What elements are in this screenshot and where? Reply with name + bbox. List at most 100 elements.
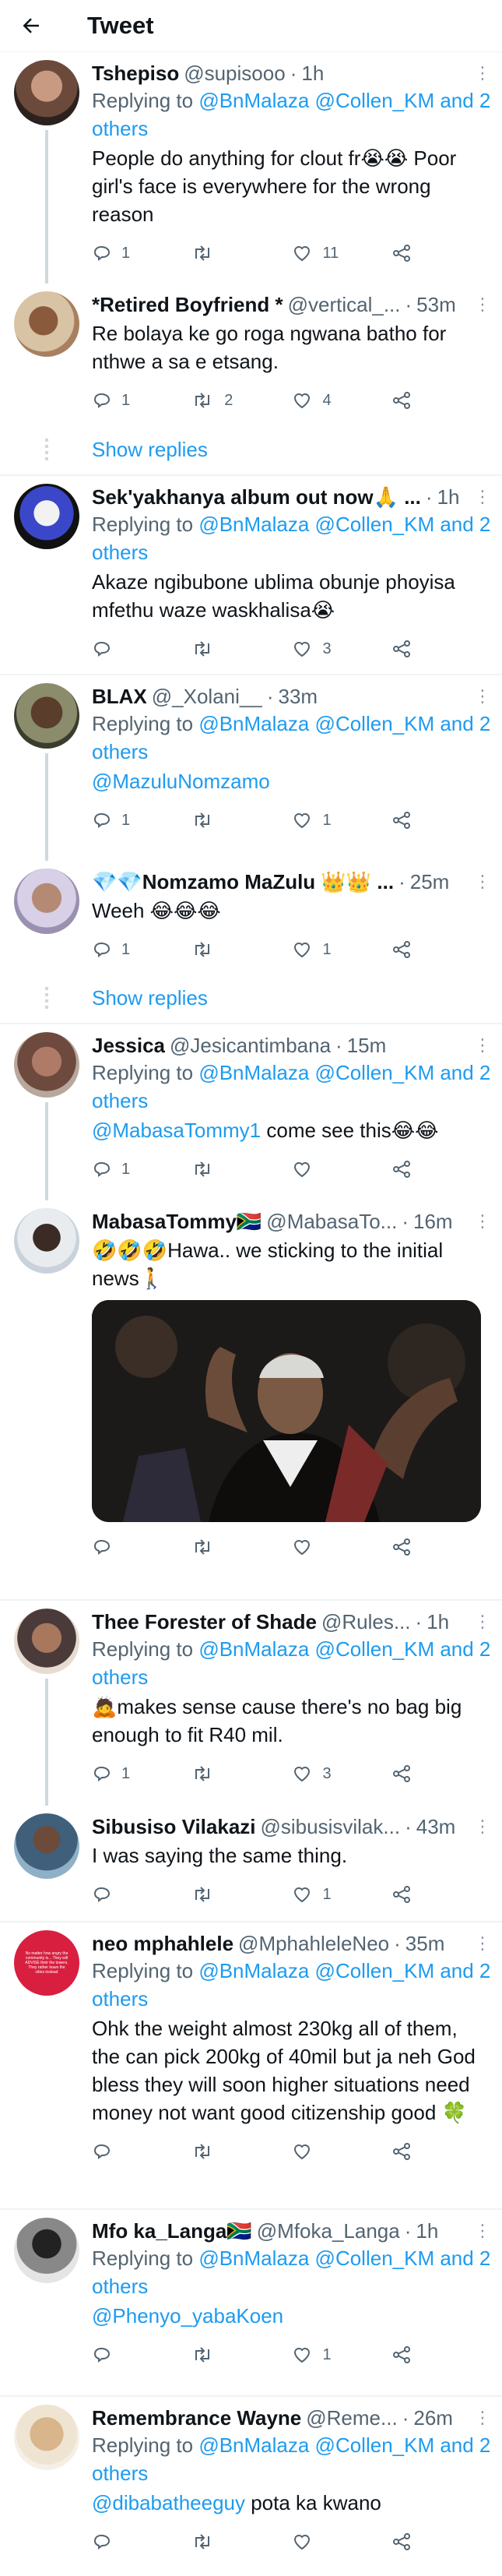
avatar[interactable] [14,683,79,749]
reply-button[interactable] [92,2532,191,2551]
more-options-icon[interactable]: ⋮ [468,2221,491,2241]
show-replies-link[interactable]: Show replies [0,425,502,476]
retweet-button[interactable] [191,1160,291,1179]
display-name[interactable]: *Retired Boyfriend * [92,293,283,317]
more-options-icon[interactable]: ⋮ [468,1817,491,1837]
display-name[interactable]: Tshepiso [92,62,179,86]
handle[interactable]: @MphahleleNeo [238,1932,389,1956]
display-name[interactable]: Jessica [92,1034,165,1058]
display-name[interactable]: Thee Forester of Shade [92,1610,317,1634]
display-name[interactable]: neo mphahlele [92,1932,233,1956]
more-options-icon[interactable]: ⋮ [468,487,491,507]
show-replies-link[interactable]: Show replies [0,973,502,1024]
reply-button[interactable]: 1 [92,244,191,263]
handle[interactable]: @sibusisvilak... [261,1815,401,1839]
tweet[interactable]: Jessica @Jesicantimbana · 15m ⋮ Replying to … [0,1024,502,1200]
timestamp[interactable]: 15m [347,1034,387,1058]
timestamp[interactable]: 35m [405,1932,445,1956]
reply-button[interactable] [92,1885,191,1904]
like-button[interactable]: 1 [292,940,391,959]
text-mention[interactable]: @Phenyo_yabaKoen [92,2304,283,2328]
more-options-icon[interactable]: ⋮ [468,1211,491,1232]
display-name[interactable]: 💎💎Nomzamo MaZulu 👑👑 ... [92,870,394,894]
timestamp[interactable]: 1h [301,62,324,86]
share-button[interactable] [391,1160,491,1179]
like-button[interactable] [292,1160,391,1179]
share-button[interactable] [391,1538,491,1556]
retweet-button[interactable] [191,244,291,263]
retweet-button[interactable] [191,1538,291,1556]
tweet[interactable]: *Retired Boyfriend * @vertical_... · 53m ⋮ R… [0,284,502,425]
like-button[interactable]: 1 [292,811,391,830]
avatar[interactable] [14,2218,79,2283]
retweet-button[interactable] [191,1764,291,1783]
tweet[interactable]: Sibusiso Vilakazi @sibusisvilak... · 43m ⋮ I… [0,1806,502,1922]
more-options-icon[interactable]: ⋮ [468,872,491,892]
back-arrow-icon[interactable] [16,10,47,41]
avatar[interactable] [14,869,79,934]
tweet-photo[interactable] [92,1300,481,1522]
share-button[interactable] [391,1885,491,1904]
avatar[interactable] [14,1208,79,1274]
like-button[interactable]: 4 [292,391,391,410]
tweet[interactable]: MabasaTommy🇿🇦 @MabasaTo... · 16m ⋮ 🤣🤣🤣Hawa..… [0,1200,502,1601]
like-button[interactable] [292,1538,391,1556]
more-options-icon[interactable]: ⋮ [468,63,491,83]
reply-button[interactable] [92,2345,191,2364]
reply-button[interactable]: 1 [92,391,191,410]
timestamp[interactable]: 43m [416,1815,456,1839]
text-mention[interactable]: @MabasaTommy1 [92,1119,261,1142]
handle[interactable]: @Rules... [321,1610,411,1634]
like-button[interactable]: 3 [292,640,391,658]
share-button[interactable] [391,2532,491,2551]
share-button[interactable] [391,1764,491,1783]
tweet[interactable]: Sek'yakhanya album out now🙏 ... · 1h ⋮ Repl… [0,476,502,675]
handle[interactable]: @Mfoka_Langa [257,2219,400,2243]
display-name[interactable]: Remembrance Wayne [92,2406,301,2430]
handle[interactable]: @MabasaTo... [266,1210,397,1234]
display-name[interactable]: Sek'yakhanya album out now🙏 ... [92,485,421,509]
avatar[interactable] [14,1813,79,1879]
avatar[interactable] [14,2405,79,2470]
tweet[interactable]: BLAX @_Xolani__ · 33m ⋮ Replying to @BnMalaz… [0,675,502,861]
tweet[interactable]: No matter how angry the community is... … [0,1922,502,2210]
avatar[interactable] [14,1609,79,1674]
share-button[interactable] [391,940,491,959]
text-mention[interactable]: @dibabatheeguy [92,2491,245,2514]
handle[interactable]: @_Xolani__ [152,685,262,709]
timestamp[interactable]: 1h [437,485,460,509]
timestamp[interactable]: 1h [427,1610,449,1634]
tweet[interactable]: Remembrance Wayne @Reme... · 26m ⋮ Replying … [0,2397,502,2576]
more-options-icon[interactable]: ⋮ [468,1612,491,1632]
tweet[interactable]: Thee Forester of Shade @Rules... · 1h ⋮ Repl… [0,1601,502,1806]
retweet-button[interactable] [191,2532,291,2551]
like-button[interactable] [292,2532,391,2551]
reply-button[interactable] [92,1538,191,1556]
share-button[interactable] [391,640,491,658]
more-options-icon[interactable]: ⋮ [468,294,491,315]
handle[interactable]: @Jesicantimbana [170,1034,331,1058]
display-name[interactable]: MabasaTommy🇿🇦 [92,1210,262,1234]
tweet[interactable]: Mfo ka_Langa🇿🇦 @Mfoka_Langa · 1h ⋮ Replying … [0,2210,502,2397]
reply-button[interactable]: 1 [92,811,191,830]
like-button[interactable]: 1 [292,2345,391,2364]
reply-button[interactable]: 1 [92,1160,191,1179]
avatar[interactable] [14,484,79,549]
handle[interactable]: @Reme... [306,2406,397,2430]
share-button[interactable] [391,811,491,830]
handle[interactable]: @supisooo [184,62,285,86]
reply-button[interactable] [92,640,191,658]
avatar[interactable] [14,1032,79,1098]
retweet-button[interactable] [191,640,291,658]
retweet-button[interactable]: 2 [191,391,291,410]
like-button[interactable] [292,2142,391,2161]
timestamp[interactable]: 16m [413,1210,453,1234]
text-mention[interactable]: @MazuluNomzamo [92,770,270,793]
timestamp[interactable]: 26m [413,2406,453,2430]
avatar[interactable] [14,60,79,125]
more-options-icon[interactable]: ⋮ [468,1035,491,1055]
retweet-button[interactable] [191,1885,291,1904]
timestamp[interactable]: 25m [410,870,450,894]
handle[interactable]: @vertical_... [288,293,401,317]
share-button[interactable] [391,391,491,410]
